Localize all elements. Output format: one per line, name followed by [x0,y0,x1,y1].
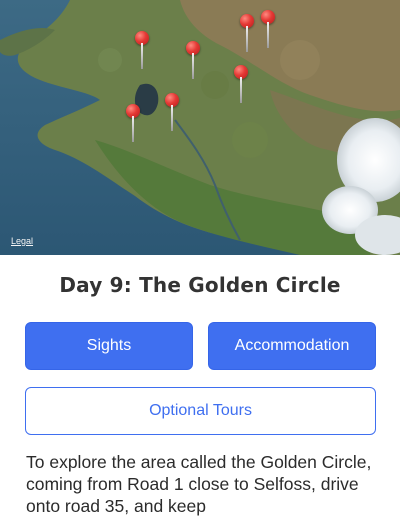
map-pin[interactable] [240,14,254,54]
map-pin[interactable] [165,93,179,133]
description-text: To explore the area called the Golden Ci… [26,452,372,516]
accommodation-button[interactable]: Accommodation [208,322,376,370]
map-view[interactable]: Legal [0,0,400,255]
map-pin[interactable] [261,10,275,50]
legal-link[interactable]: Legal [11,236,33,246]
sights-button[interactable]: Sights [25,322,193,370]
map-pin[interactable] [126,104,140,144]
optional-tours-button[interactable]: Optional Tours [25,387,376,435]
map-pin[interactable] [234,65,248,105]
map-pin[interactable] [135,31,149,71]
satellite-terrain [0,0,400,255]
page-title: Day 9: The Golden Circle [59,273,341,297]
map-pin[interactable] [186,41,200,81]
